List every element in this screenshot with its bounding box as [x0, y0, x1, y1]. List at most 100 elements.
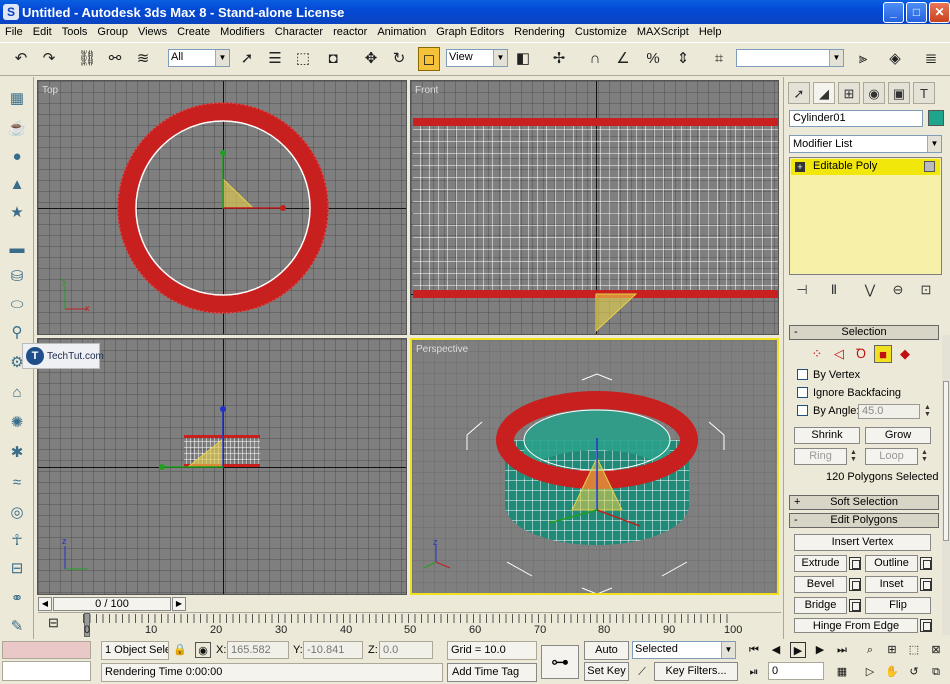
expand-icon[interactable]: +: [795, 162, 805, 172]
select-and-move-icon[interactable]: ✥: [360, 47, 382, 71]
minimize-button[interactable]: _: [883, 2, 904, 23]
use-pivot-point-center-icon[interactable]: ◧: [512, 47, 534, 71]
cloth-icon[interactable]: ⊟: [5, 557, 29, 581]
object-color-swatch[interactable]: [928, 110, 944, 126]
undo-icon[interactable]: ↶: [10, 47, 32, 71]
align-icon[interactable]: ◈: [884, 47, 906, 71]
redo-icon[interactable]: ↷: [38, 47, 60, 71]
particle-icon[interactable]: ✱: [5, 441, 29, 465]
maxscript-listener-mini[interactable]: [2, 641, 91, 659]
key-mode-dropdown[interactable]: Selected ▼: [632, 641, 736, 659]
select-by-name-icon[interactable]: ☰: [264, 47, 286, 71]
hinge-settings-icon[interactable]: [920, 619, 932, 632]
configure-sets-icon[interactable]: ⊡: [916, 281, 936, 299]
menu-maxscript[interactable]: MAXScript: [632, 24, 694, 38]
insert-vertex-button[interactable]: Insert Vertex: [794, 534, 931, 551]
zoom-all-icon[interactable]: ⊞: [884, 642, 900, 658]
unlink-selection-icon[interactable]: ⚯: [104, 47, 126, 71]
key-mode-toggle-icon[interactable]: ⏯: [746, 664, 762, 680]
ring-icon[interactable]: ◎: [5, 501, 29, 525]
zoom-icon[interactable]: ⌕: [862, 642, 878, 658]
key-filters-button[interactable]: Key Filters...: [654, 662, 738, 681]
hierarchy-tab-icon[interactable]: ⊞: [838, 82, 860, 104]
y-coordinate-field[interactable]: -10.841: [303, 641, 363, 659]
go-to-end-icon[interactable]: ⏭: [834, 642, 850, 658]
element-mode-icon[interactable]: ◆: [896, 345, 914, 363]
camera-icon[interactable]: ⌂: [5, 381, 29, 405]
menu-group[interactable]: Group: [92, 24, 133, 38]
helper-icon[interactable]: ⚲: [5, 321, 29, 345]
light-icon[interactable]: ✺: [5, 411, 29, 435]
angle-snap-icon[interactable]: ∠: [612, 47, 634, 71]
command-panel-scrollbar[interactable]: [942, 335, 950, 635]
next-frame-icon[interactable]: ▶: [812, 642, 828, 658]
current-frame-field[interactable]: 0: [768, 662, 824, 680]
bridge-button[interactable]: Bridge: [794, 597, 847, 614]
time-slider[interactable]: ◀ 0 / 100 ▶: [38, 596, 781, 612]
polygon-mode-icon[interactable]: ■: [874, 345, 892, 363]
ring-button[interactable]: Ring: [794, 448, 847, 465]
menu-reactor[interactable]: reactor: [328, 24, 372, 38]
bind-to-space-warp-icon[interactable]: ≋: [132, 47, 154, 71]
viewport-left[interactable]: z: [37, 338, 407, 595]
select-and-manipulate-icon[interactable]: ✢: [548, 47, 570, 71]
pin-stack-icon[interactable]: ⊣: [792, 281, 812, 299]
inset-settings-icon[interactable]: [920, 578, 932, 591]
menu-create[interactable]: Create: [172, 24, 215, 38]
soft-selection-rollout-header[interactable]: + Soft Selection: [789, 495, 939, 510]
extrude-button[interactable]: Extrude: [794, 555, 847, 572]
utilities-tab-icon[interactable]: T: [913, 82, 935, 104]
angle-spinner[interactable]: ▲ ▼: [923, 404, 932, 419]
wave-icon[interactable]: ≈: [5, 471, 29, 495]
by-vertex-checkbox[interactable]: By Vertex: [797, 369, 860, 381]
snaps-toggle-icon[interactable]: ∩: [584, 47, 606, 71]
zoom-extents-all-icon[interactable]: ⊠: [928, 642, 944, 658]
loop-button[interactable]: Loop: [865, 448, 918, 465]
menu-customize[interactable]: Customize: [570, 24, 632, 38]
track-bar[interactable]: ⊟ 0 10 20 30 40 50 60 70 80 90 100: [38, 612, 781, 638]
object-name-field[interactable]: Cylinder01: [789, 110, 923, 127]
select-and-rotate-icon[interactable]: ↻: [388, 47, 410, 71]
angle-value-field[interactable]: 45.0: [858, 404, 920, 419]
cone-icon[interactable]: ▲: [5, 173, 29, 197]
menu-edit[interactable]: Edit: [28, 24, 57, 38]
chevron-right-icon[interactable]: ▶: [172, 597, 186, 611]
set-key-button[interactable]: Set Key: [584, 662, 629, 681]
bone-icon[interactable]: ✎: [5, 615, 29, 639]
teapot-icon[interactable]: ☕: [5, 117, 29, 141]
time-slider-thumb[interactable]: 0 / 100: [53, 597, 171, 611]
scrollbar-thumb[interactable]: [943, 381, 949, 541]
menu-help[interactable]: Help: [694, 24, 727, 38]
chevron-left-icon[interactable]: ◀: [38, 597, 52, 611]
layer-manager-icon[interactable]: ≣: [920, 47, 942, 71]
capsule-icon[interactable]: ⬭: [5, 293, 29, 317]
mini-curve-editor-icon[interactable]: ⊟: [48, 615, 59, 631]
percent-snap-icon[interactable]: %: [642, 47, 664, 71]
close-button[interactable]: ✕: [929, 2, 950, 23]
stack-item-editable-poly[interactable]: + Editable Poly: [791, 159, 940, 175]
spinner-snap-icon[interactable]: ⇕: [672, 47, 694, 71]
bevel-settings-icon[interactable]: [849, 578, 861, 591]
transform-mode-icon[interactable]: ◉: [195, 642, 211, 658]
maximize-button[interactable]: □: [906, 2, 927, 23]
edge-mode-icon[interactable]: ◁: [830, 345, 848, 363]
box-icon[interactable]: ▦: [5, 87, 29, 111]
plane-icon[interactable]: ▬: [5, 237, 29, 261]
go-to-start-icon[interactable]: ⏮: [746, 642, 762, 658]
edit-named-selection-icon[interactable]: ⌗: [708, 47, 730, 71]
auto-key-button[interactable]: Auto Key: [584, 641, 629, 673]
zoom-extents-icon[interactable]: ⬚: [906, 642, 922, 658]
rectangular-selection-region-icon[interactable]: ⬚: [292, 47, 314, 71]
extrude-settings-icon[interactable]: [849, 557, 861, 570]
show-end-result-icon[interactable]: Ⅱ: [824, 281, 844, 299]
reference-coord-dropdown[interactable]: View ▼: [446, 49, 508, 67]
select-and-link-icon[interactable]: ⛓: [76, 47, 98, 71]
biped-icon[interactable]: ☥: [5, 529, 29, 553]
grow-button[interactable]: Grow: [865, 427, 931, 444]
menu-file[interactable]: File: [0, 24, 28, 38]
select-and-scale-icon[interactable]: ◻: [418, 47, 440, 71]
shrink-button[interactable]: Shrink: [794, 427, 860, 444]
sphere-icon[interactable]: ●: [5, 145, 29, 169]
loop-spinner[interactable]: ▲ ▼: [920, 449, 929, 464]
hinge-from-edge-button[interactable]: Hinge From Edge: [794, 618, 918, 633]
